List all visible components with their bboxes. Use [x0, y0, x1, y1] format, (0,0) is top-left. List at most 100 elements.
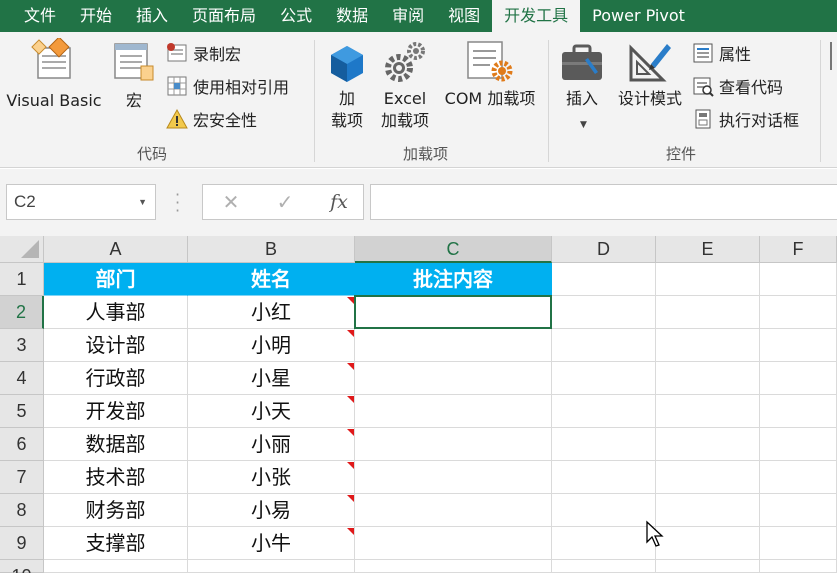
name-box[interactable]: C2 ▼ — [6, 184, 156, 220]
cell-d10[interactable] — [552, 560, 656, 573]
cell-e5[interactable] — [656, 395, 760, 428]
tab-0[interactable]: 文件 — [0, 0, 68, 32]
cell-b5[interactable]: 小天 — [188, 395, 355, 428]
tab-8[interactable]: 开发工具 — [492, 0, 581, 32]
excel-add-ins-button[interactable]: Excel 加载项 — [376, 40, 434, 132]
row-header-7[interactable]: 7 — [0, 461, 44, 494]
visual-basic-button[interactable]: Visual Basic — [4, 38, 104, 112]
cell-c4[interactable] — [355, 362, 552, 395]
cell-d5[interactable] — [552, 395, 656, 428]
comment-indicator-icon[interactable] — [347, 462, 354, 469]
cell-d2[interactable] — [552, 296, 656, 329]
view-code-button[interactable]: 查看代码 — [692, 73, 783, 99]
cell-c3[interactable] — [355, 329, 552, 362]
cell-d3[interactable] — [552, 329, 656, 362]
cell-a10[interactable] — [44, 560, 188, 573]
cell-d7[interactable] — [552, 461, 656, 494]
column-header-c[interactable]: C — [355, 236, 552, 263]
column-header-f[interactable]: F — [760, 236, 837, 263]
cell-e9[interactable] — [656, 527, 760, 560]
chevron-down-icon[interactable]: ▼ — [138, 185, 147, 219]
cell-f5[interactable] — [760, 395, 837, 428]
row-header-10[interactable]: 10 — [0, 560, 44, 573]
run-dialog-button[interactable]: 执行对话框 — [692, 106, 799, 132]
cell-c5[interactable] — [355, 395, 552, 428]
cell-e3[interactable] — [656, 329, 760, 362]
macros-button[interactable]: 宏 — [108, 38, 160, 112]
cell-e2[interactable] — [656, 296, 760, 329]
cell-b7[interactable]: 小张 — [188, 461, 355, 494]
tab-3[interactable]: 页面布局 — [180, 0, 268, 32]
cell-f2[interactable] — [760, 296, 837, 329]
cell-a5[interactable]: 开发部 — [44, 395, 188, 428]
column-header-d[interactable]: D — [552, 236, 656, 263]
cell-d9[interactable] — [552, 527, 656, 560]
cell-e7[interactable] — [656, 461, 760, 494]
cell-f9[interactable] — [760, 527, 837, 560]
cell-b1[interactable]: 姓名 — [188, 263, 355, 296]
formula-input[interactable] — [370, 184, 837, 220]
cell-c7[interactable] — [355, 461, 552, 494]
row-header-3[interactable]: 3 — [0, 329, 44, 362]
comment-indicator-icon[interactable] — [347, 396, 354, 403]
cell-a9[interactable]: 支撑部 — [44, 527, 188, 560]
cell-c10[interactable] — [355, 560, 552, 573]
cell-a2[interactable]: 人事部 — [44, 296, 188, 329]
row-header-6[interactable]: 6 — [0, 428, 44, 461]
cell-a4[interactable]: 行政部 — [44, 362, 188, 395]
row-header-1[interactable]: 1 — [0, 263, 44, 296]
insert-function-button[interactable]: fx — [319, 185, 359, 219]
cell-c2[interactable] — [355, 296, 552, 329]
overflow-icon[interactable] — [830, 42, 834, 70]
cell-f10[interactable] — [760, 560, 837, 573]
comment-indicator-icon[interactable] — [347, 528, 354, 535]
cell-b4[interactable]: 小星 — [188, 362, 355, 395]
column-header-a[interactable]: A — [44, 236, 188, 263]
comment-indicator-icon[interactable] — [347, 429, 354, 436]
cancel-icon[interactable]: ✕ — [211, 185, 251, 219]
design-mode-button[interactable]: 设计模式 — [612, 40, 688, 110]
comment-indicator-icon[interactable] — [347, 330, 354, 337]
cell-a6[interactable]: 数据部 — [44, 428, 188, 461]
tab-9[interactable]: Power Pivot — [580, 0, 697, 32]
cell-a3[interactable]: 设计部 — [44, 329, 188, 362]
cell-b3[interactable]: 小明 — [188, 329, 355, 362]
cell-f8[interactable] — [760, 494, 837, 527]
cell-e1[interactable] — [656, 263, 760, 296]
cell-b8[interactable]: 小易 — [188, 494, 355, 527]
cell-f1[interactable] — [760, 263, 837, 296]
row-header-8[interactable]: 8 — [0, 494, 44, 527]
chevron-down-icon[interactable]: ▼ — [580, 120, 587, 130]
row-header-2[interactable]: 2 — [0, 296, 44, 329]
insert-control-button[interactable]: 插入 — [556, 40, 608, 110]
cell-a8[interactable]: 财务部 — [44, 494, 188, 527]
com-add-ins-button[interactable]: COM 加载项 — [436, 40, 544, 110]
enter-icon[interactable]: ✓ — [265, 185, 305, 219]
comment-indicator-icon[interactable] — [347, 363, 354, 370]
row-header-9[interactable]: 9 — [0, 527, 44, 560]
comment-indicator-icon[interactable] — [347, 495, 354, 502]
cell-e10[interactable] — [656, 560, 760, 573]
cell-f3[interactable] — [760, 329, 837, 362]
tab-6[interactable]: 审阅 — [380, 0, 436, 32]
column-header-e[interactable]: E — [656, 236, 760, 263]
cell-c8[interactable] — [355, 494, 552, 527]
cell-e6[interactable] — [656, 428, 760, 461]
macro-security-button[interactable]: 宏安全性 — [166, 106, 257, 132]
cell-e8[interactable] — [656, 494, 760, 527]
cell-c1[interactable]: 批注内容 — [355, 263, 552, 296]
properties-button[interactable]: 属性 — [692, 40, 751, 66]
record-macro-button[interactable]: 录制宏 — [166, 40, 241, 66]
select-all-button[interactable] — [0, 236, 44, 263]
tab-7[interactable]: 视图 — [436, 0, 492, 32]
cell-a1[interactable]: 部门 — [44, 263, 188, 296]
cell-d8[interactable] — [552, 494, 656, 527]
tab-1[interactable]: 开始 — [68, 0, 124, 32]
row-header-5[interactable]: 5 — [0, 395, 44, 428]
cell-c9[interactable] — [355, 527, 552, 560]
cell-f7[interactable] — [760, 461, 837, 494]
relative-references-button[interactable]: 使用相对引用 — [166, 73, 289, 99]
drag-handle-icon[interactable]: · · · — [175, 187, 181, 219]
row-header-4[interactable]: 4 — [0, 362, 44, 395]
tab-5[interactable]: 数据 — [324, 0, 380, 32]
